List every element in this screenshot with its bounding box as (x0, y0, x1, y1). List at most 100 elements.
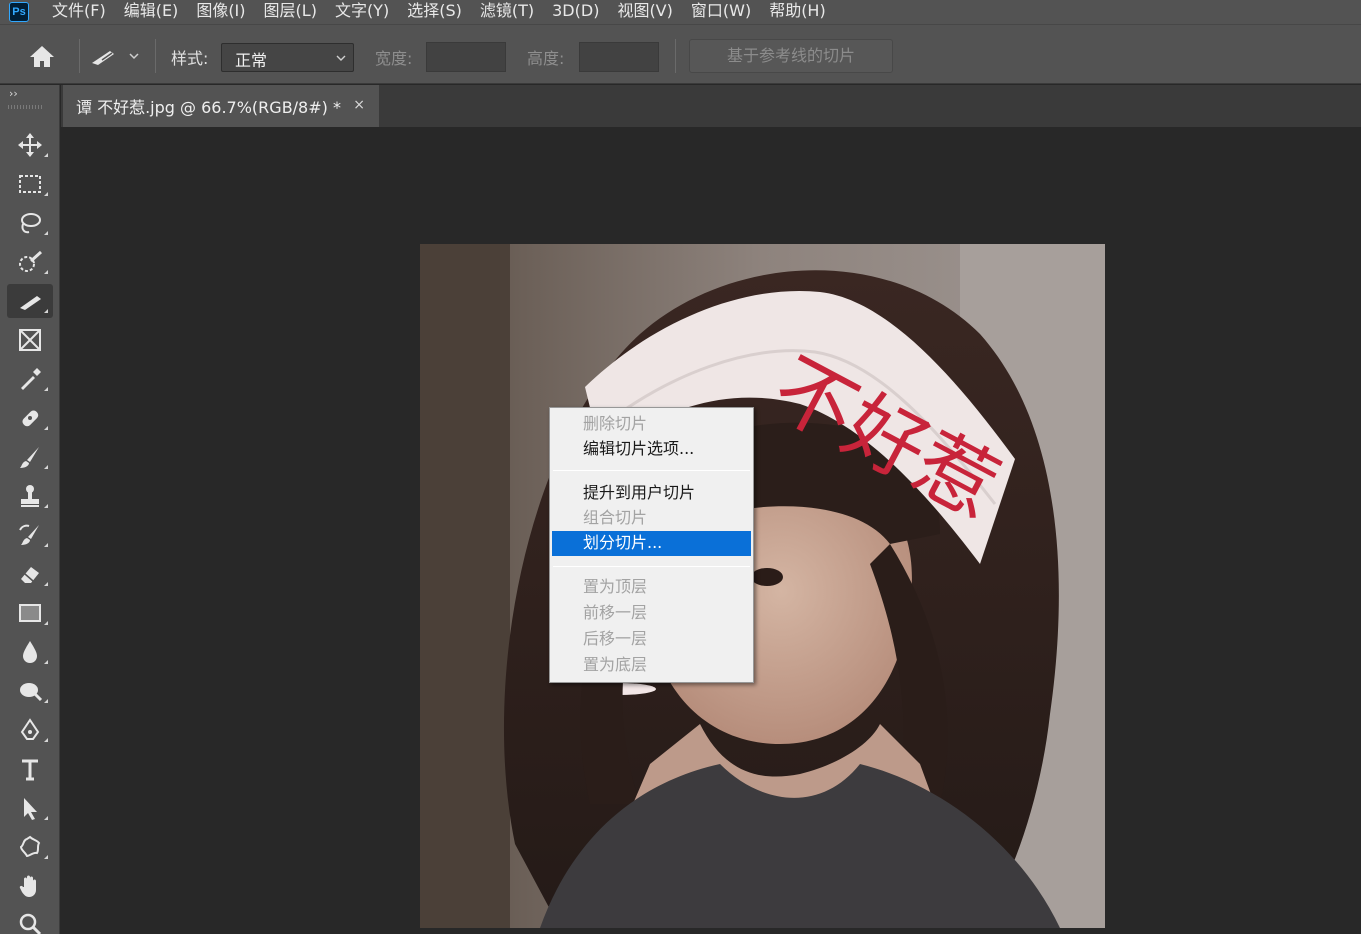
blur-tool-button[interactable] (7, 635, 53, 669)
menu-item[interactable]: 文件(F) (43, 0, 115, 24)
hand-tool-button[interactable] (7, 869, 53, 903)
eraser-tool-button[interactable] (7, 557, 53, 591)
context-menu-item: 置为顶层 (583, 577, 648, 596)
gradient-tool-icon (19, 604, 41, 622)
pen-tool-button[interactable] (7, 713, 53, 747)
menu-items: 文件(F) 编辑(E) 图像(I) 图层(L) 文字(Y) 选择(S) 滤镜(T) 3D(D)… (43, 0, 835, 24)
menu-bar: Ps 文件(F) 编辑(E) 图像(I) 图层(L) 文字(Y) 选择(S) 滤镜(T) 3D… (0, 0, 1361, 24)
custom-shape-tool-button[interactable] (7, 830, 53, 864)
toolbar: ›› (0, 85, 60, 934)
tool-flyout-indicator (44, 660, 48, 664)
context-menu-item: 前移一层 (583, 603, 648, 622)
eyedropper-tool-icon (21, 368, 41, 390)
move-tool-icon (18, 133, 42, 157)
context-menu-separator (553, 566, 750, 567)
slice-tool-button[interactable] (7, 284, 53, 318)
context-menu-item[interactable]: 划分切片... (552, 531, 751, 556)
context-menu-item: 后移一层 (583, 629, 648, 648)
document-image[interactable]: 不好惹 (420, 244, 1105, 928)
menu-item[interactable]: 视图(V) (608, 0, 681, 24)
tool-flyout-indicator (44, 738, 48, 742)
path-selection-tool-button[interactable] (7, 791, 53, 825)
menu-item[interactable]: 图层(L) (255, 0, 326, 24)
context-menu-item[interactable]: 编辑切片选项... (552, 437, 751, 462)
document-tab-bar: 谭 不好惹.jpg @ 66.7%(RGB/8#) * × (61, 85, 1361, 127)
zoom-tool-button[interactable] (7, 907, 53, 934)
document-tab[interactable]: 谭 不好惹.jpg @ 66.7%(RGB/8#) * × (63, 85, 379, 127)
gradient-tool-button[interactable] (7, 596, 53, 630)
pen-tool-icon (20, 718, 40, 740)
tool-flyout-indicator (44, 192, 48, 196)
frame-tool-icon (19, 329, 41, 351)
frame-tool-button[interactable] (7, 323, 53, 357)
tool-flyout-indicator (44, 153, 48, 157)
style-value: 正常 (235, 51, 268, 70)
photoshop-logo: Ps (9, 2, 29, 22)
toolbar-grip[interactable] (8, 105, 44, 109)
context-menu-item: 删除切片 (583, 414, 648, 433)
slice-tool-icon (20, 296, 41, 310)
custom-shape-tool-icon (19, 835, 41, 858)
clone-stamp-tool-button[interactable] (7, 479, 53, 513)
style-select[interactable]: 正常 (221, 43, 354, 72)
eyedropper-tool-button[interactable] (7, 362, 53, 396)
move-tool-button[interactable] (7, 128, 53, 162)
separator (155, 39, 156, 73)
type-tool-icon (22, 759, 38, 781)
menu-item[interactable]: 选择(S) (398, 0, 471, 24)
photo-illustration: 不好惹 (420, 244, 1105, 928)
dodge-tool-button[interactable] (7, 674, 53, 708)
marquee-tool-button[interactable] (7, 167, 53, 201)
tool-flyout-indicator (44, 621, 48, 625)
tool-flyout-indicator (44, 465, 48, 469)
tool-flyout-indicator (44, 504, 48, 508)
slice-context-menu: 删除切片编辑切片选项... 提升到用户切片组合切片划分切片... 置为顶层前移一层后… (549, 407, 754, 683)
menu-item[interactable]: 3D(D) (543, 0, 608, 24)
close-icon[interactable]: × (353, 97, 365, 113)
separator (675, 39, 676, 73)
lasso-tool-icon (21, 213, 41, 234)
brush-tool-button[interactable] (7, 440, 53, 474)
tool-preset-picker[interactable] (88, 43, 144, 69)
tool-flyout-indicator (44, 582, 48, 586)
menu-item[interactable]: 图像(I) (187, 0, 254, 24)
eraser-tool-icon (21, 567, 39, 583)
height-field[interactable] (579, 42, 659, 72)
style-label: 样式: (171, 49, 209, 68)
menu-item[interactable]: 文字(Y) (326, 0, 398, 24)
type-tool-button[interactable] (7, 752, 53, 786)
healing-brush-tool-icon (22, 410, 39, 427)
tool-flyout-indicator (44, 309, 48, 313)
lasso-tool-button[interactable] (7, 206, 53, 240)
menu-item[interactable]: 编辑(E) (115, 0, 188, 24)
separator (79, 39, 80, 73)
width-label: 宽度: (375, 49, 413, 68)
menu-item[interactable]: 帮助(H) (760, 0, 835, 24)
history-brush-tool-icon (19, 524, 39, 545)
tool-flyout-indicator (44, 231, 48, 235)
dodge-tool-icon (20, 683, 43, 702)
width-field[interactable] (426, 42, 506, 72)
healing-brush-tool-button[interactable] (7, 401, 53, 435)
context-menu-item: 组合切片 (583, 508, 648, 527)
slices-from-guides-button[interactable]: 基于参考线的切片 (689, 39, 893, 73)
history-brush-tool-button[interactable] (7, 518, 53, 552)
brush-tool-icon (20, 447, 39, 468)
blur-tool-icon (23, 641, 37, 663)
tool-flyout-indicator (44, 855, 48, 859)
context-menu-item[interactable]: 提升到用户切片 (552, 481, 751, 506)
tool-flyout-indicator (44, 699, 48, 703)
path-selection-tool-icon (24, 798, 37, 820)
slice-tool-icon (92, 51, 139, 65)
menu-item[interactable]: 滤镜(T) (471, 0, 543, 24)
collapse-toolbar-icon[interactable]: ›› (9, 87, 18, 100)
marquee-tool-icon (19, 175, 41, 193)
height-label: 高度: (527, 49, 565, 68)
chevron-down-icon (336, 55, 346, 61)
menu-item[interactable]: 窗口(W) (682, 0, 760, 24)
tool-flyout-indicator (44, 543, 48, 547)
zoom-tool-icon (19, 913, 42, 934)
home-button[interactable] (26, 41, 58, 71)
quick-selection-tool-button[interactable] (7, 245, 53, 279)
context-menu-separator (553, 470, 750, 471)
